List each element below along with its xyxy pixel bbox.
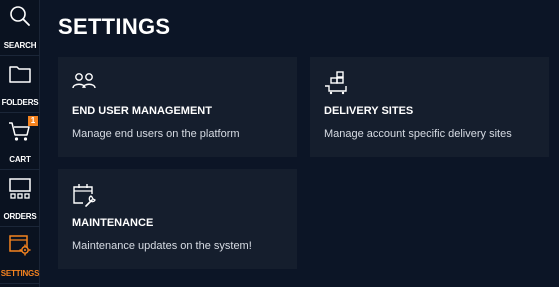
sidebar-item-label: ORDERS bbox=[3, 212, 37, 221]
delivery-sites-icon bbox=[322, 69, 350, 97]
sidebar-item-label: CART bbox=[9, 155, 31, 164]
sidebar-item-label: SEARCH bbox=[3, 41, 37, 50]
cart-icon: 1 bbox=[7, 116, 38, 144]
sidebar: SEARCH FOLDERS 1 CART ORDERS SETTINGS bbox=[0, 0, 40, 287]
card-description: Manage end users on the platform bbox=[72, 128, 240, 140]
sidebar-item-cart[interactable]: 1 CART bbox=[0, 114, 40, 170]
card-title: MAINTENANCE bbox=[72, 217, 154, 229]
sidebar-item-settings[interactable]: SETTINGS bbox=[0, 228, 40, 284]
card-title: DELIVERY SITES bbox=[324, 105, 414, 117]
sidebar-item-label: FOLDERS bbox=[1, 98, 39, 107]
card-maintenance[interactable]: MAINTENANCE Maintenance updates on the s… bbox=[58, 169, 297, 269]
sidebar-item-label: SETTINGS bbox=[0, 269, 40, 278]
search-icon bbox=[7, 4, 33, 30]
users-icon bbox=[70, 69, 98, 97]
cart-count-badge: 1 bbox=[28, 116, 38, 126]
card-title: END USER MANAGEMENT bbox=[72, 105, 212, 117]
folder-icon bbox=[7, 61, 33, 87]
orders-icon bbox=[7, 175, 33, 201]
card-description: Manage account specific delivery sites bbox=[324, 128, 512, 140]
maintenance-icon bbox=[70, 181, 98, 209]
sidebar-item-search[interactable]: SEARCH bbox=[0, 0, 40, 56]
page-title: SETTINGS bbox=[58, 14, 171, 39]
settings-icon bbox=[7, 232, 33, 258]
sidebar-item-folders[interactable]: FOLDERS bbox=[0, 57, 40, 113]
sidebar-item-orders[interactable]: ORDERS bbox=[0, 171, 40, 227]
card-delivery-sites[interactable]: DELIVERY SITES Manage account specific d… bbox=[310, 57, 549, 157]
card-description: Maintenance updates on the system! bbox=[72, 240, 252, 252]
card-end-user-management[interactable]: END USER MANAGEMENT Manage end users on … bbox=[58, 57, 297, 157]
app-root: SEARCH FOLDERS 1 CART ORDERS SETTINGS SE… bbox=[0, 0, 559, 287]
